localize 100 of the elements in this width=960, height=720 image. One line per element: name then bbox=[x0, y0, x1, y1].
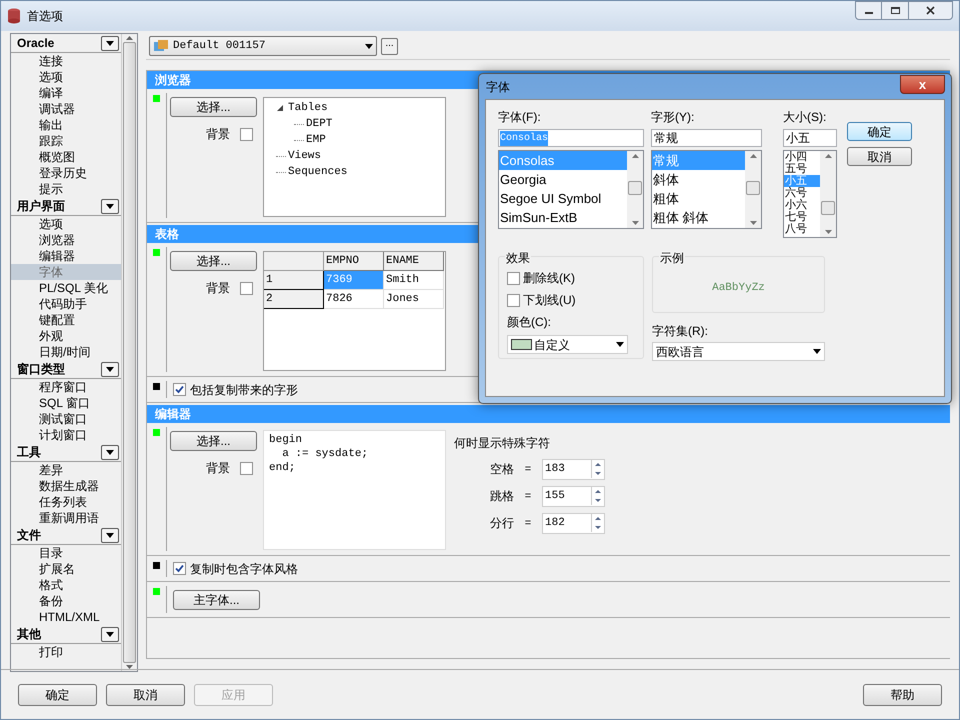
sidebar-item[interactable]: 编译 bbox=[11, 85, 121, 101]
sidebar-item[interactable]: 登录历史 bbox=[11, 165, 121, 181]
sidebar-item[interactable]: 提示 bbox=[11, 181, 121, 197]
list-item[interactable]: 七号 bbox=[784, 211, 820, 223]
sidebar-item[interactable]: 浏览器 bbox=[11, 232, 121, 248]
help-button[interactable]: 帮助 bbox=[863, 684, 942, 706]
close-button[interactable]: x bbox=[900, 75, 945, 94]
sidebar-item[interactable]: 测试窗口 bbox=[11, 411, 121, 427]
number-field[interactable]: 155 bbox=[542, 486, 605, 506]
tree-item[interactable]: Tables bbox=[288, 100, 328, 116]
group-header[interactable]: Oracle bbox=[17, 34, 54, 52]
collapse-button[interactable] bbox=[101, 198, 119, 214]
sidebar-item[interactable]: 扩展名 bbox=[11, 561, 121, 577]
minimize-button[interactable] bbox=[855, 1, 882, 20]
number-field[interactable]: 182 bbox=[542, 512, 605, 534]
group-header[interactable]: 用户界面 bbox=[17, 197, 65, 215]
expanded-triangle-icon[interactable] bbox=[276, 104, 284, 112]
sidebar-item[interactable]: 格式 bbox=[11, 577, 121, 593]
font-size-field[interactable]: 小五 bbox=[783, 129, 837, 147]
sidebar-item[interactable]: SQL 窗口 bbox=[11, 395, 121, 411]
scroll-down-icon[interactable] bbox=[824, 230, 832, 234]
number-field[interactable]: 183 bbox=[542, 458, 605, 480]
tree-item[interactable]: DEPT bbox=[306, 116, 332, 132]
checkbox[interactable] bbox=[507, 272, 520, 284]
scrollbar[interactable] bbox=[820, 151, 836, 237]
scroll-up-icon[interactable] bbox=[126, 36, 133, 40]
sidebar-item[interactable]: 重新调用语 bbox=[11, 510, 121, 526]
font-style-field[interactable]: 常规 bbox=[651, 129, 762, 147]
list-box[interactable]: Consolas Georgia Segoe UI Symbol SimSun-ExtB bbox=[498, 150, 644, 229]
checkbox[interactable] bbox=[240, 462, 253, 474]
sidebar-item[interactable]: 键配置 bbox=[11, 312, 121, 328]
scroll-thumb[interactable] bbox=[746, 181, 760, 195]
collapse-button[interactable] bbox=[101, 626, 119, 642]
scroll-up-icon[interactable] bbox=[632, 154, 638, 158]
sidebar-item[interactable]: 代码助手 bbox=[11, 296, 121, 312]
sidebar-item[interactable]: 数据生成器 bbox=[11, 478, 121, 494]
list-item[interactable]: 小四 bbox=[784, 151, 820, 163]
scroll-up-icon[interactable] bbox=[824, 154, 832, 158]
group-header[interactable]: 工具 bbox=[17, 443, 41, 461]
sidebar-item[interactable]: 输出 bbox=[11, 117, 121, 133]
checkbox[interactable] bbox=[173, 562, 186, 575]
maximize-button[interactable] bbox=[882, 1, 908, 20]
collapse-button[interactable] bbox=[101, 36, 119, 50]
profile-dropdown[interactable]: Default 001157 bbox=[149, 36, 377, 56]
spin-arrows-icon[interactable] bbox=[591, 460, 604, 478]
more-button[interactable]: ... bbox=[381, 38, 398, 54]
cancel-button[interactable]: 取消 bbox=[847, 147, 912, 166]
spin-arrows-icon[interactable] bbox=[591, 514, 604, 532]
group-header[interactable]: 其他 bbox=[17, 625, 41, 643]
sidebar-item[interactable]: 选项 bbox=[11, 216, 121, 232]
scroll-down-icon[interactable] bbox=[126, 665, 133, 669]
sidebar-item[interactable]: 程序窗口 bbox=[11, 379, 121, 395]
scroll-thumb[interactable] bbox=[628, 181, 642, 195]
tree-item[interactable]: Views bbox=[288, 148, 322, 164]
list-item[interactable]: Segoe UI Symbol bbox=[499, 189, 627, 208]
sidebar-item[interactable]: HTML/XML bbox=[11, 609, 121, 625]
list-item[interactable]: 粗体 bbox=[652, 189, 745, 208]
collapse-button[interactable] bbox=[101, 528, 119, 542]
list-item[interactable]: 六号 bbox=[784, 187, 820, 199]
sidebar-item[interactable]: 调试器 bbox=[11, 101, 121, 117]
tree-item[interactable]: Sequences bbox=[288, 164, 348, 180]
tree-item[interactable]: EMP bbox=[306, 132, 326, 148]
sidebar-item[interactable]: 外观 bbox=[11, 328, 121, 344]
sidebar-item[interactable]: 日期/时间 bbox=[11, 344, 121, 360]
color-dropdown[interactable]: 自定义 bbox=[507, 335, 628, 354]
sidebar-item[interactable]: PL/SQL 美化 bbox=[11, 280, 121, 296]
scrollbar[interactable] bbox=[627, 151, 643, 228]
footer-button[interactable]: 确定 bbox=[18, 684, 97, 706]
list-box[interactable]: 小四 五号 小五 六号 小六 七号 八号 bbox=[783, 150, 837, 238]
collapse-button[interactable] bbox=[101, 444, 119, 460]
select-button[interactable]: 选择... bbox=[170, 97, 257, 117]
list-item[interactable]: 小六 bbox=[784, 199, 820, 211]
footer-button[interactable]: 取消 bbox=[106, 684, 185, 706]
scrollbar[interactable] bbox=[745, 151, 761, 228]
table-cell[interactable]: 7826 bbox=[324, 290, 384, 309]
sidebar-item[interactable]: 连接 bbox=[11, 53, 121, 69]
table-cell[interactable]: Jones bbox=[384, 290, 444, 309]
list-item[interactable]: 粗体 斜体 bbox=[652, 208, 745, 227]
group-header[interactable]: 文件 bbox=[17, 526, 41, 544]
select-button[interactable]: 选择... bbox=[170, 251, 257, 271]
sidebar-item[interactable]: 计划窗口 bbox=[11, 427, 121, 443]
scroll-up-icon[interactable] bbox=[750, 154, 756, 158]
table-cell[interactable]: Smith bbox=[384, 271, 444, 290]
list-item[interactable]: SimSun-ExtB bbox=[499, 208, 627, 227]
collapse-button[interactable] bbox=[101, 362, 119, 376]
checkbox[interactable] bbox=[507, 294, 520, 306]
checkbox[interactable] bbox=[173, 383, 186, 396]
sidebar-item[interactable]: 选项 bbox=[11, 69, 121, 85]
select-button[interactable]: 选择... bbox=[170, 431, 257, 451]
checkbox[interactable] bbox=[240, 282, 253, 294]
list-item[interactable]: 八号 bbox=[784, 223, 820, 235]
sidebar-item[interactable]: 目录 bbox=[11, 545, 121, 561]
scroll-thumb[interactable] bbox=[821, 201, 835, 215]
sidebar-item[interactable]: 字体 bbox=[11, 264, 121, 280]
list-item[interactable]: 五号 bbox=[784, 163, 820, 175]
sidebar-item[interactable]: 差异 bbox=[11, 462, 121, 478]
scrollbar[interactable] bbox=[121, 34, 137, 671]
main-font-button[interactable]: 主字体... bbox=[173, 590, 260, 610]
charset-dropdown[interactable]: 西欧语言 bbox=[652, 342, 825, 361]
sidebar-item[interactable]: 任务列表 bbox=[11, 494, 121, 510]
